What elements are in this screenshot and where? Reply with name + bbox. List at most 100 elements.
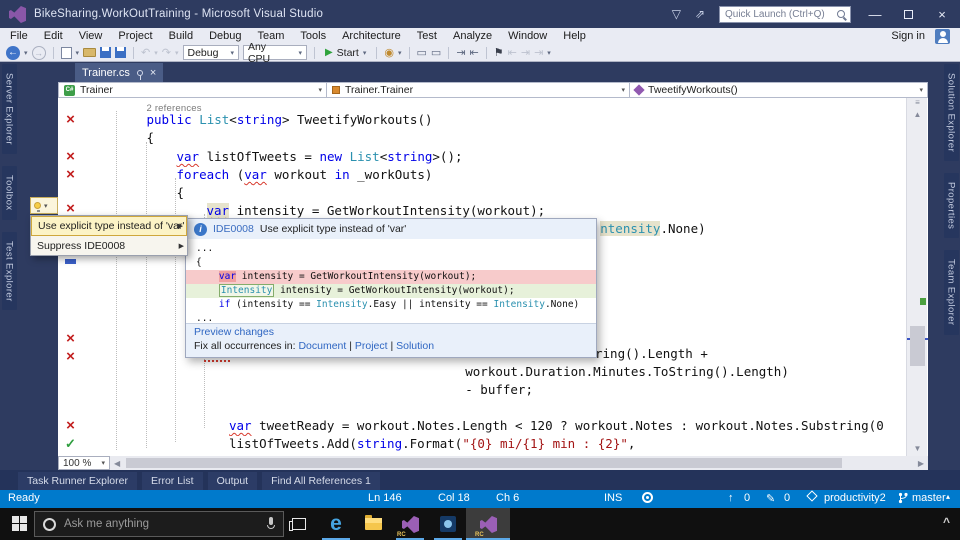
- menu-item-suppress[interactable]: Suppress IDE0008 ▶: [31, 236, 187, 256]
- redo-dropdown-icon[interactable]: ▾: [175, 49, 179, 57]
- zoom-level-select[interactable]: 100 % ▾: [58, 456, 110, 470]
- navigate-back-icon[interactable]: ←: [6, 45, 20, 60]
- repository-icon[interactable]: [806, 490, 818, 502]
- test-failed-icon[interactable]: ×: [63, 331, 78, 346]
- toolbar-options-icon[interactable]: ▾: [547, 49, 551, 57]
- right-tab-solution-explorer[interactable]: Solution Explorer: [943, 64, 959, 162]
- member-dropdown[interactable]: TweetifyWorkouts() ▾: [629, 82, 928, 98]
- scroll-left-icon[interactable]: ◀: [110, 459, 124, 468]
- splitter-handle-icon[interactable]: ≡: [907, 98, 928, 107]
- send-feedback-icon[interactable]: ⇗: [695, 7, 705, 21]
- menu-window[interactable]: Window: [500, 29, 555, 43]
- save-icon[interactable]: [100, 47, 112, 58]
- code-line[interactable]: var listOfTweets = new List<string>();: [176, 149, 463, 165]
- menu-view[interactable]: View: [71, 29, 111, 43]
- code-line[interactable]: public List<string> TweetifyWorkouts(): [146, 112, 433, 128]
- test-failed-icon[interactable]: ×: [63, 167, 78, 182]
- minimize-button[interactable]: —: [865, 7, 885, 22]
- panel-tab-output[interactable]: Output: [207, 472, 258, 490]
- close-button[interactable]: ×: [932, 7, 952, 22]
- code-line[interactable]: - buffer;: [465, 382, 533, 398]
- sign-in-link[interactable]: Sign in: [891, 30, 935, 42]
- vertical-scrollbar[interactable]: ≡ ▲ ▼: [906, 98, 928, 456]
- code-line[interactable]: ring().Length +: [595, 346, 708, 362]
- code-line[interactable]: {: [176, 185, 185, 201]
- branch-menu-caret-icon[interactable]: ▴: [946, 492, 950, 501]
- test-failed-icon[interactable]: ×: [63, 201, 78, 216]
- menu-project[interactable]: Project: [110, 29, 160, 43]
- code-line[interactable]: listOfTweets.Add(string.Format("{0} mi/{…: [229, 436, 636, 452]
- right-tab-team-explorer[interactable]: Team Explorer: [943, 250, 959, 335]
- visual-studio-active-icon[interactable]: RC: [475, 514, 499, 538]
- left-tab-toolbox[interactable]: Toolbox: [1, 166, 17, 220]
- test-failed-icon[interactable]: ×: [63, 418, 78, 433]
- menu-item-use-explicit-type[interactable]: Use explicit type instead of 'var' ▶: [31, 216, 187, 236]
- left-tab-server-explorer[interactable]: Server Explorer: [1, 64, 17, 154]
- new-project-dropdown-icon[interactable]: ▾: [76, 49, 80, 57]
- branch-icon[interactable]: [898, 492, 908, 507]
- comment-icon[interactable]: ▭: [417, 46, 427, 59]
- menu-file[interactable]: File: [2, 29, 36, 43]
- branch-name[interactable]: master: [912, 492, 946, 504]
- code-line[interactable]: workout.Duration.Minutes.ToString().Leng…: [465, 364, 789, 380]
- code-line[interactable]: var intensity = GetWorkoutIntensity(work…: [206, 203, 546, 219]
- new-project-icon[interactable]: [60, 46, 72, 59]
- maximize-button[interactable]: [904, 9, 913, 19]
- test-failed-icon[interactable]: ×: [63, 349, 78, 364]
- navigate-back-dropdown-icon[interactable]: ▾: [24, 49, 28, 57]
- quick-launch-input[interactable]: Quick Launch (Ctrl+Q): [719, 5, 851, 23]
- blend-icon[interactable]: [437, 514, 459, 534]
- navigate-forward-icon[interactable]: →: [31, 45, 46, 60]
- next-bookmark-icon[interactable]: ⇥: [521, 46, 530, 59]
- test-failed-icon[interactable]: ×: [63, 149, 78, 164]
- solution-configuration-select[interactable]: Debug ▾: [182, 45, 239, 60]
- task-view-button[interactable]: [288, 514, 310, 534]
- edge-browser-icon[interactable]: e: [325, 513, 347, 534]
- undo-icon[interactable]: ↶: [141, 46, 150, 59]
- outdent-icon[interactable]: ⇤: [470, 46, 479, 59]
- scroll-up-icon[interactable]: ▲: [907, 110, 928, 119]
- notifications-filter-icon[interactable]: ▽: [672, 7, 681, 21]
- pending-edits-icon[interactable]: ✎: [766, 492, 775, 505]
- pin-icon[interactable]: [136, 69, 143, 80]
- test-failed-icon[interactable]: ×: [63, 112, 78, 127]
- vertical-scroll-thumb[interactable]: [910, 326, 925, 366]
- start-button[interactable]: [12, 516, 27, 531]
- menu-build[interactable]: Build: [161, 29, 201, 43]
- tab-trainer-cs[interactable]: Trainer.cs ×: [75, 63, 164, 82]
- undo-dropdown-icon[interactable]: ▾: [154, 49, 158, 57]
- menu-help[interactable]: Help: [555, 29, 594, 43]
- code-line[interactable]: foreach (var workout in _workOuts): [176, 167, 433, 183]
- code-line[interactable]: ntensity.None): [600, 221, 706, 237]
- solution-platform-select[interactable]: Any CPU ▾: [242, 41, 307, 65]
- toolbar-overflow-icon[interactable]: ▾: [398, 49, 402, 57]
- left-tab-test-explorer[interactable]: Test Explorer: [1, 231, 17, 311]
- tab-close-icon[interactable]: ×: [150, 67, 156, 79]
- fix-scope-document[interactable]: Document: [298, 340, 346, 352]
- menu-debug[interactable]: Debug: [201, 29, 249, 43]
- right-tab-properties[interactable]: Properties: [943, 173, 959, 239]
- user-avatar[interactable]: [935, 28, 950, 44]
- panel-tab-find-all-references-1[interactable]: Find All References 1: [262, 472, 380, 490]
- clear-bookmarks-icon[interactable]: ⇥: [534, 46, 543, 59]
- panel-tab-task-runner-explorer[interactable]: Task Runner Explorer: [18, 472, 137, 490]
- indent-icon[interactable]: ⇥: [456, 46, 465, 59]
- start-debugging-button[interactable]: ▶ Start ▾: [322, 47, 369, 59]
- menu-test[interactable]: Test: [409, 29, 445, 43]
- test-excluded-icon[interactable]: [65, 259, 76, 264]
- code-line[interactable]: var tweetReady = workout.Notes.Length < …: [229, 418, 884, 434]
- file-explorer-icon[interactable]: [362, 514, 384, 534]
- menu-analyze[interactable]: Analyze: [445, 29, 500, 43]
- project-dropdown[interactable]: C# Trainer ▾: [58, 82, 326, 98]
- show-hidden-icons-chevron[interactable]: ^: [943, 515, 950, 529]
- scroll-right-icon[interactable]: ▶: [914, 459, 928, 468]
- preview-changes-link[interactable]: Preview changes: [194, 326, 588, 338]
- uncomment-icon[interactable]: ▭: [431, 46, 441, 59]
- open-file-icon[interactable]: [83, 48, 97, 57]
- horizontal-scroll-thumb[interactable]: [126, 458, 843, 468]
- repository-name[interactable]: productivity2: [824, 492, 886, 504]
- fix-scope-solution[interactable]: Solution: [396, 340, 434, 352]
- feedback-smiley-icon[interactable]: [642, 492, 653, 503]
- cortana-search-input[interactable]: Ask me anything: [34, 511, 284, 537]
- title-bar[interactable]: BikeSharing.WorkOutTraining - Microsoft …: [0, 0, 960, 28]
